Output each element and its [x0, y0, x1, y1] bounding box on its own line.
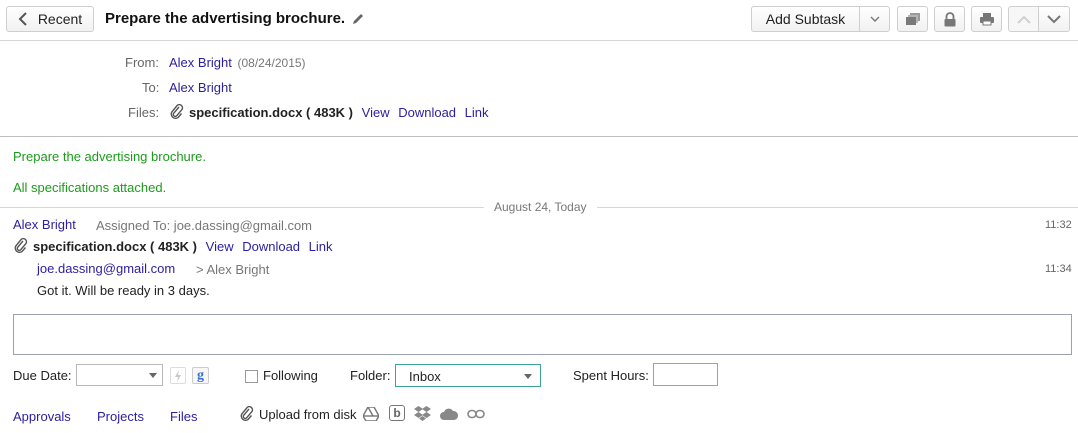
entry-file-view-link[interactable]: View: [206, 239, 234, 254]
to-recipient-link[interactable]: Alex Bright: [169, 80, 232, 95]
from-row: Alex Bright (08/24/2015): [169, 55, 306, 70]
chevron-up-icon: [1016, 15, 1031, 24]
date-divider-label: August 24, Today: [484, 200, 597, 214]
header-file-view-link[interactable]: View: [362, 105, 390, 120]
reply-time: 11:34: [1045, 263, 1072, 275]
copy-button[interactable]: [897, 6, 928, 32]
entry-meta: Assigned To: joe.dassing@gmail.com: [96, 218, 313, 233]
header-divider: [0, 136, 1078, 137]
back-button[interactable]: Recent: [6, 6, 94, 32]
paperclip-icon: [240, 406, 254, 421]
box-icon[interactable]: b: [389, 405, 405, 421]
cloud-icon[interactable]: [440, 408, 458, 420]
google-calendar-button[interactable]: g: [192, 367, 209, 384]
reply-textarea[interactable]: [13, 314, 1072, 355]
chevron-down-icon: [870, 16, 879, 22]
page-title: Prepare the advertising brochure.: [105, 10, 346, 27]
toolbar-divider: [0, 40, 1078, 41]
header-file-download-link[interactable]: Download: [398, 105, 456, 120]
copy-icon: [905, 13, 920, 25]
to-label: To:: [142, 80, 160, 95]
paperclip-icon: [170, 104, 184, 119]
chevron-down-icon: [524, 374, 532, 379]
chevron-down-icon: [149, 373, 157, 378]
following-label[interactable]: Following: [263, 368, 318, 383]
spent-hours-label: Spent Hours:: [573, 368, 649, 383]
due-date-label: Due Date:: [13, 368, 72, 383]
reply-author-link[interactable]: joe.dassing@gmail.com: [37, 261, 175, 276]
back-button-label: Recent: [37, 11, 83, 27]
add-subtask-dropdown[interactable]: [859, 6, 890, 32]
from-date: (08/24/2015): [237, 56, 306, 70]
chevron-left-icon: [18, 12, 27, 26]
from-sender-link[interactable]: Alex Bright: [169, 55, 232, 70]
quick-date-button[interactable]: [170, 367, 186, 384]
message-body-line-2: All specifications attached.: [13, 180, 167, 195]
print-icon: [979, 13, 994, 26]
entry-file-name[interactable]: specification.docx: [33, 239, 146, 254]
entry-file-download-link[interactable]: Download: [242, 239, 300, 254]
entry-file-row: specification.docx ( 483K ) View Downloa…: [33, 239, 333, 254]
entry-file-link-link[interactable]: Link: [309, 239, 333, 254]
entry-file-size: ( 483K ): [150, 239, 198, 254]
previous-button[interactable]: [1008, 6, 1039, 32]
reply-meta: > Alex Bright: [196, 262, 270, 277]
entry-time: 11:32: [1045, 219, 1072, 231]
header-file-row: specification.docx ( 483K ) View Downloa…: [189, 105, 489, 120]
from-label: From:: [125, 55, 159, 70]
reply-text: Got it. Will be ready in 3 days.: [37, 283, 210, 298]
projects-link[interactable]: Projects: [97, 409, 144, 424]
lightning-icon: [175, 369, 181, 382]
pencil-icon[interactable]: [351, 12, 365, 26]
message-body-line-1: Prepare the advertising brochure.: [13, 149, 206, 164]
chevron-down-icon: [1047, 14, 1061, 23]
dropbox-icon[interactable]: [414, 406, 431, 421]
paperclip-icon: [14, 238, 28, 253]
header-file-size: ( 483K ): [306, 105, 354, 120]
entry-author-link[interactable]: Alex Bright: [13, 217, 76, 232]
add-subtask-button[interactable]: Add Subtask: [751, 6, 860, 32]
folder-select[interactable]: Inbox: [395, 364, 541, 387]
approvals-link[interactable]: Approvals: [13, 409, 71, 424]
google-drive-icon[interactable]: [363, 407, 379, 421]
header-file-link-link[interactable]: Link: [465, 105, 489, 120]
lock-icon: [944, 11, 955, 26]
files-label: Files:: [128, 105, 160, 120]
folder-label: Folder:: [350, 368, 391, 383]
google-icon: g: [197, 367, 204, 383]
lock-button[interactable]: [934, 6, 965, 32]
due-date-select[interactable]: [76, 364, 163, 386]
files-link[interactable]: Files: [170, 409, 197, 424]
link-icon[interactable]: [467, 409, 485, 419]
next-button[interactable]: [1038, 6, 1070, 32]
upload-from-disk-link[interactable]: Upload from disk: [259, 407, 357, 422]
folder-value: Inbox: [409, 369, 441, 384]
print-button[interactable]: [971, 6, 1002, 32]
spent-hours-input[interactable]: [653, 363, 718, 386]
following-checkbox[interactable]: [245, 370, 258, 383]
header-file-name[interactable]: specification.docx: [189, 105, 302, 120]
